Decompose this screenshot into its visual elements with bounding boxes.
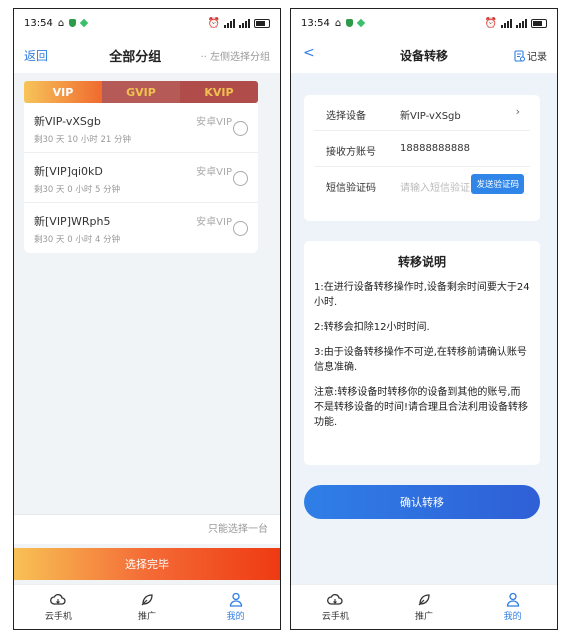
- device-remaining: 剩30 天 0 小时 5 分钟: [34, 185, 121, 195]
- device-type: 安卓VIP: [196, 117, 232, 128]
- device-row[interactable]: 新[VIP]qi0kD 剩30 天 0 小时 5 分钟 安卓VIP: [24, 153, 258, 203]
- nav-label: 推广: [138, 611, 157, 622]
- transfer-form: 选择设备 新VIP-vXSgb › 接收方账号 18888888888 短信验证…: [304, 95, 540, 221]
- record-label: 记录: [527, 52, 547, 63]
- device-type: 安卓VIP: [196, 167, 232, 178]
- page-title: 全部分组: [109, 49, 162, 65]
- device-radio[interactable]: [233, 121, 248, 136]
- device-value: 新VIP-vXSgb: [400, 111, 461, 122]
- transfer-info-card: 转移说明 1:在进行设备转移操作时,设备剩余时间要大于24小时. 2:转移会扣除…: [304, 241, 540, 465]
- tab-vip[interactable]: VIP: [24, 81, 102, 103]
- bottom-nav: 云手机 推广 我的: [14, 584, 280, 629]
- content-area: 选择设备 新VIP-vXSgb › 接收方账号 18888888888 短信验证…: [291, 73, 557, 629]
- nav-label: 云手机: [44, 611, 72, 622]
- device-radio[interactable]: [233, 221, 248, 236]
- shield-icon: [346, 19, 354, 27]
- record-button[interactable]: 记录: [514, 48, 547, 63]
- back-button[interactable]: 返回: [24, 47, 48, 64]
- nav-label: 我的: [226, 612, 245, 622]
- nav-label: 我的: [503, 612, 522, 622]
- battery-icon: [531, 18, 547, 28]
- notification-icon: ⌂: [57, 17, 65, 29]
- bottom-nav: 云手机 推广 我的: [291, 584, 557, 629]
- device-name: 新[VIP]qi0kD: [34, 165, 103, 178]
- nav-mine[interactable]: 我的: [468, 585, 557, 629]
- cloud-phone-icon: [327, 593, 343, 605]
- tab-kvip[interactable]: KVIP: [180, 81, 258, 103]
- done-button[interactable]: 选择完毕: [14, 548, 280, 580]
- sms-row: 短信验证码 请输入短信验证码 发送验证码: [314, 167, 530, 202]
- signal-icon: [239, 18, 250, 28]
- device-label: 选择设备: [326, 111, 366, 122]
- nav-label: 推广: [415, 611, 434, 622]
- left-screen: 13:54 ⌂ ⏰ 返回 全部分组 ·· 左侧选择分组 VIP GVIP KVI…: [13, 8, 281, 630]
- header: 返回 全部分组 ·· 左侧选择分组: [14, 37, 280, 73]
- app-icon: [79, 18, 89, 28]
- back-button[interactable]: <: [303, 45, 315, 61]
- leaf-icon: [141, 593, 153, 605]
- account-label: 接收方账号: [326, 147, 376, 158]
- nav-promote[interactable]: 推广: [103, 585, 192, 629]
- notification-icon: ⌂: [334, 17, 342, 29]
- status-time: 13:54: [24, 17, 53, 29]
- shield-icon: [69, 19, 77, 27]
- info-paragraph: 2:转移会扣除12小时时间.: [314, 322, 430, 333]
- sms-code-input[interactable]: 请输入短信验证码: [400, 179, 470, 194]
- info-title: 转移说明: [397, 255, 446, 269]
- sms-label: 短信验证码: [326, 183, 376, 194]
- signal-icon: [224, 18, 235, 28]
- cloud-phone-icon: [50, 593, 66, 605]
- send-code-button[interactable]: 发送验证码: [471, 174, 524, 194]
- user-icon: [229, 592, 242, 607]
- header: < 设备转移 记录: [291, 37, 557, 73]
- user-icon: [506, 592, 519, 607]
- leaf-icon: [418, 593, 430, 605]
- device-name: 新[VIP]WRph5: [34, 215, 111, 228]
- info-paragraph: 3:由于设备转移操作不可逆,在转移前请确认账号信息准确.: [314, 347, 527, 373]
- status-time: 13:54: [301, 17, 330, 29]
- alarm-icon: ⏰: [484, 17, 497, 29]
- battery-icon: [254, 18, 270, 28]
- nav-promote[interactable]: 推广: [380, 585, 469, 629]
- vip-tabs: VIP GVIP KVIP: [24, 81, 258, 103]
- confirm-transfer-button[interactable]: 确认转移: [304, 485, 540, 519]
- page-title: 设备转移: [399, 48, 448, 63]
- account-field[interactable]: 18888888888: [400, 143, 470, 154]
- nav-label: 云手机: [321, 611, 349, 622]
- tab-gvip[interactable]: GVIP: [102, 81, 180, 103]
- nav-mine[interactable]: 我的: [191, 585, 280, 629]
- device-remaining: 剩30 天 0 小时 4 分钟: [34, 235, 121, 245]
- device-row[interactable]: 新[VIP]WRph5 剩30 天 0 小时 4 分钟 安卓VIP: [24, 203, 258, 252]
- content-area: VIP GVIP KVIP 新VIP-vXSgb 剩30 天 10 小时 21 …: [14, 73, 280, 629]
- chevron-right-icon: ›: [515, 105, 520, 118]
- device-select-row[interactable]: 选择设备 新VIP-vXSgb ›: [314, 95, 530, 131]
- nav-cloud-phone[interactable]: 云手机: [291, 585, 380, 629]
- status-bar: 13:54 ⌂ ⏰: [14, 9, 280, 37]
- device-row[interactable]: 新VIP-vXSgb 剩30 天 10 小时 21 分钟 安卓VIP: [24, 103, 258, 153]
- alarm-icon: ⏰: [207, 17, 220, 29]
- status-bar: 13:54 ⌂ ⏰: [291, 9, 557, 37]
- signal-icon: [516, 18, 527, 28]
- account-row: 接收方账号 18888888888: [314, 131, 530, 167]
- device-radio[interactable]: [233, 171, 248, 186]
- nav-cloud-phone[interactable]: 云手机: [14, 585, 103, 629]
- device-remaining: 剩30 天 10 小时 21 分钟: [34, 135, 131, 145]
- signal-icon: [501, 18, 512, 28]
- device-list: 新VIP-vXSgb 剩30 天 10 小时 21 分钟 安卓VIP 新[VIP…: [24, 103, 258, 253]
- info-paragraph: 注意:转移设备时转移你的设备到其他的账号,而不是转移设备的时间!请合理且合法利用…: [314, 387, 529, 428]
- left-select-group-hint[interactable]: ·· 左侧选择分组: [200, 48, 270, 63]
- hint-dots-icon: ··: [200, 51, 210, 63]
- device-type: 安卓VIP: [196, 217, 232, 228]
- info-paragraph: 1:在进行设备转移操作时,设备剩余时间要大于24小时.: [314, 282, 530, 308]
- right-screen: 13:54 ⌂ ⏰ < 设备转移 记录 选择设备 新VIP-vXSgb › 接收…: [290, 8, 558, 630]
- selection-note: 只能选择一台: [14, 514, 280, 544]
- device-name: 新VIP-vXSgb: [34, 115, 101, 128]
- record-icon: [514, 49, 525, 62]
- app-icon: [356, 18, 366, 28]
